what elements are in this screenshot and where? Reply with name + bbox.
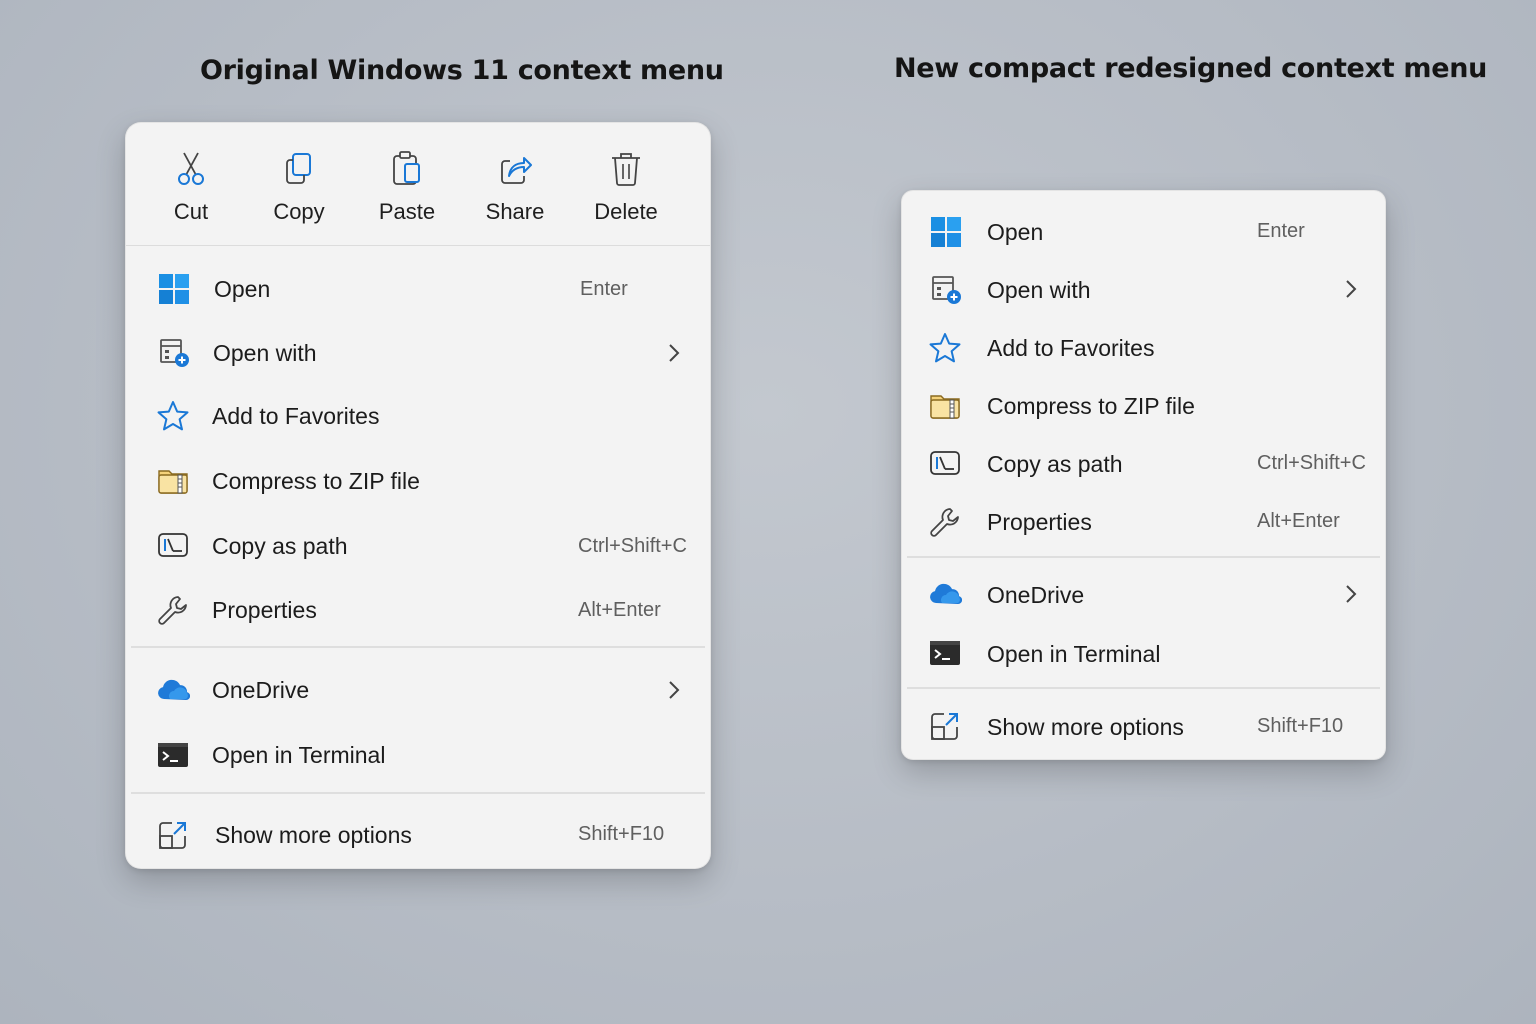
menu-item-open-with[interactable]: Open with — [126, 332, 710, 376]
menu-item-copy-as-path-label: Copy as path — [987, 451, 1123, 477]
menu-item-show-more-options-shortcut: Shift+F10 — [1257, 715, 1344, 737]
show-more-icon — [928, 709, 962, 743]
menu-item-open-with[interactable]: Open with — [902, 269, 1385, 311]
copy-path-icon — [156, 528, 190, 562]
menu-item-onedrive[interactable]: OneDrive — [902, 574, 1385, 616]
menu-item-onedrive-label: OneDrive — [212, 677, 310, 703]
menu-item-compress-zip[interactable]: Compress to ZIP file — [126, 460, 710, 504]
menu-item-properties-shortcut: Alt+Enter — [1257, 510, 1340, 532]
menu-item-onedrive-label: OneDrive — [987, 582, 1085, 608]
menu-item-show-more-options[interactable]: Show more options Shift+F10 — [126, 814, 710, 858]
menu-separator — [131, 792, 705, 794]
menu-item-copy-as-path[interactable]: Copy as path Ctrl+Shift+C — [126, 525, 710, 569]
windows-logo-icon — [157, 272, 191, 306]
star-icon — [928, 331, 962, 365]
windows-logo-icon — [929, 215, 963, 249]
open-with-icon — [157, 336, 191, 370]
menu-item-properties[interactable]: Properties Alt+Enter — [126, 589, 710, 633]
copy-icon — [286, 153, 311, 184]
menu-item-show-more-options-label: Show more options — [987, 714, 1184, 740]
copy-label: Copy — [273, 199, 325, 224]
menu-item-open-label: Open — [214, 276, 271, 302]
quick-actions-toolbar: Cut Copy Paste Share Delete — [126, 123, 710, 246]
star-icon — [156, 399, 190, 433]
menu-item-open[interactable]: Open Enter — [902, 211, 1385, 253]
show-more-icon — [156, 818, 190, 852]
menu-item-open-in-terminal[interactable]: Open in Terminal — [902, 633, 1385, 675]
delete-label: Delete — [594, 199, 658, 224]
menu-item-open-with-label: Open with — [213, 340, 317, 366]
chevron-right-icon — [665, 677, 683, 703]
menu-item-open-shortcut: Enter — [1257, 220, 1305, 242]
compact-menu-heading: New compact redesigned context menu — [894, 53, 1488, 84]
menu-item-copy-as-path[interactable]: Copy as path Ctrl+Shift+C — [902, 443, 1385, 485]
menu-item-open-with-label: Open with — [987, 277, 1091, 303]
menu-item-compress-zip-label: Compress to ZIP file — [212, 468, 420, 494]
terminal-icon — [928, 636, 962, 670]
menu-item-compress-zip-label: Compress to ZIP file — [987, 393, 1195, 419]
paste-button[interactable]: Paste — [362, 149, 452, 225]
menu-item-compress-zip[interactable]: Compress to ZIP file — [902, 385, 1385, 427]
menu-item-add-to-favorites-label: Add to Favorites — [987, 335, 1155, 361]
menu-item-open-in-terminal[interactable]: Open in Terminal — [126, 734, 710, 778]
menu-item-onedrive[interactable]: OneDrive — [126, 669, 710, 713]
menu-item-show-more-options-label: Show more options — [215, 822, 412, 848]
menu-item-show-more-options-shortcut: Shift+F10 — [578, 823, 665, 845]
menu-item-properties-label: Properties — [987, 509, 1092, 535]
terminal-icon — [156, 738, 190, 772]
paste-label: Paste — [378, 199, 436, 224]
menu-separator — [907, 556, 1380, 558]
menu-item-open-in-terminal-label: Open in Terminal — [987, 641, 1161, 667]
wrench-icon — [156, 593, 190, 627]
original-menu-heading: Original Windows 11 context menu — [200, 55, 724, 86]
copy-button[interactable]: Copy — [254, 149, 344, 225]
menu-separator — [907, 687, 1380, 689]
cut-button[interactable]: Cut — [146, 149, 236, 225]
compact-context-menu: Open Enter Open with Add to Favorites Co… — [901, 190, 1386, 760]
share-icon — [501, 157, 532, 184]
copy-path-icon — [928, 446, 962, 480]
paste-icon — [393, 151, 420, 185]
zip-folder-icon — [928, 388, 962, 422]
menu-separator — [131, 646, 705, 648]
scissors-icon — [178, 152, 204, 185]
trash-icon — [612, 153, 640, 186]
menu-item-open-in-terminal-label: Open in Terminal — [212, 742, 386, 768]
menu-item-show-more-options[interactable]: Show more options Shift+F10 — [902, 706, 1385, 748]
share-label: Share — [485, 199, 545, 224]
menu-item-copy-as-path-shortcut: Ctrl+Shift+C — [1257, 452, 1366, 474]
original-context-menu: Cut Copy Paste Share Delete Open Enter O… — [125, 122, 711, 869]
menu-item-copy-as-path-shortcut: Ctrl+Shift+C — [578, 535, 687, 557]
open-with-icon — [929, 273, 963, 307]
menu-item-properties-shortcut: Alt+Enter — [578, 599, 661, 621]
delete-button[interactable]: Delete — [581, 149, 671, 225]
chevron-right-icon — [1342, 581, 1360, 607]
menu-item-copy-as-path-label: Copy as path — [212, 533, 348, 559]
wrench-icon — [928, 505, 962, 539]
menu-item-open-label: Open — [987, 219, 1044, 245]
menu-item-open[interactable]: Open Enter — [126, 268, 710, 312]
menu-item-add-to-favorites[interactable]: Add to Favorites — [902, 327, 1385, 369]
cut-label: Cut — [173, 199, 209, 224]
menu-item-open-shortcut: Enter — [580, 278, 628, 300]
menu-item-add-to-favorites[interactable]: Add to Favorites — [126, 395, 710, 439]
menu-item-properties[interactable]: Properties Alt+Enter — [902, 501, 1385, 543]
onedrive-cloud-icon — [928, 577, 962, 611]
onedrive-cloud-icon — [156, 673, 190, 707]
share-button[interactable]: Share — [470, 149, 560, 225]
chevron-right-icon — [1342, 276, 1360, 302]
chevron-right-icon — [665, 340, 683, 366]
menu-item-properties-label: Properties — [212, 597, 317, 623]
zip-folder-icon — [156, 463, 190, 497]
menu-item-add-to-favorites-label: Add to Favorites — [212, 403, 380, 429]
